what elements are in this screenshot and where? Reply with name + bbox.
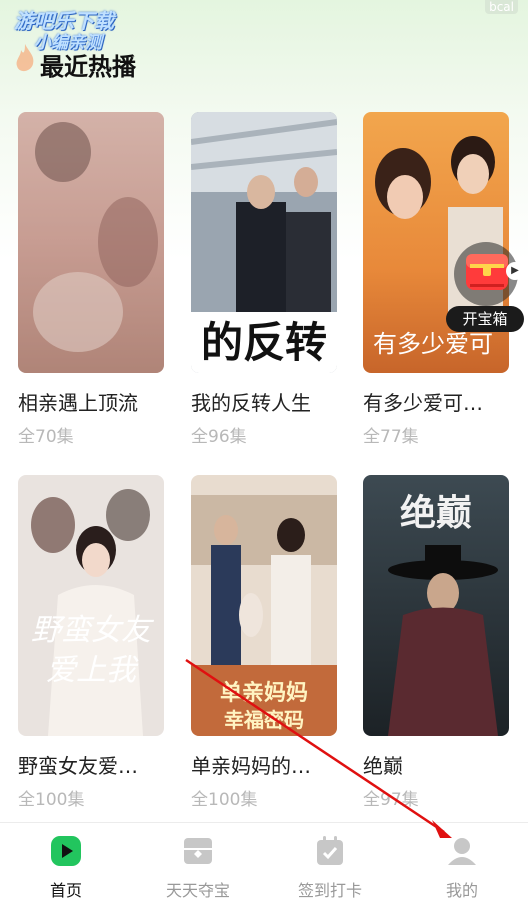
nav-item-home[interactable]: 首页 — [0, 823, 132, 902]
drama-poster[interactable] — [18, 112, 164, 373]
user-icon — [448, 838, 476, 865]
drama-card[interactable]: 相亲遇上顶流 全70集 — [18, 112, 164, 447]
svg-text:的反转: 的反转 — [201, 318, 327, 367]
calendar-check-icon — [317, 836, 343, 865]
drama-card[interactable]: 单亲妈妈 幸福密码 单亲妈妈的… 全100集 — [191, 475, 337, 810]
nav-item-treasure-hunt[interactable]: 天天夺宝 — [132, 823, 264, 902]
bottom-nav: 首页 天天夺宝 签到打卡 我的 — [0, 822, 528, 902]
nav-item-mine[interactable]: 我的 — [396, 823, 528, 902]
drama-title[interactable]: 我的反转人生 — [191, 387, 337, 416]
svg-text:有多少爱可: 有多少爱可 — [373, 330, 493, 358]
drama-title[interactable]: 相亲遇上顶流 — [18, 387, 164, 416]
drama-title[interactable]: 野蛮女友爱… — [18, 750, 164, 779]
treasure-label: 开宝箱 — [446, 306, 524, 332]
ticket-icon — [184, 838, 212, 864]
watermark-line1: 游吧乐下载 — [14, 9, 114, 33]
drama-title[interactable]: 绝巅 — [363, 750, 509, 779]
nav-label: 签到打卡 — [297, 881, 362, 900]
drama-card[interactable]: 绝巅 绝巅 全97集 — [363, 475, 509, 810]
drama-episodes: 全97集 — [363, 790, 419, 810]
nav-label: 首页 — [49, 881, 82, 900]
section-title: 最近热播 — [40, 53, 136, 81]
flame-icon — [16, 44, 34, 72]
drama-episodes: 全100集 — [191, 790, 258, 810]
nav-label: 天天夺宝 — [165, 881, 230, 900]
svg-text:爱上我: 爱上我 — [46, 653, 139, 688]
nav-label: 我的 — [445, 881, 478, 900]
treasure-box-button[interactable]: ▶ 开宝箱 — [446, 240, 526, 332]
svg-text:单亲妈妈: 单亲妈妈 — [220, 681, 308, 706]
svg-text:野蛮女友: 野蛮女友 — [31, 613, 155, 648]
svg-text:幸福密码: 幸福密码 — [224, 708, 304, 732]
drama-card[interactable]: 的反转 我的反转人生 全96集 — [191, 112, 337, 447]
drama-episodes: 全77集 — [363, 427, 419, 447]
drama-poster[interactable]: 单亲妈妈 幸福密码 — [191, 475, 337, 736]
drama-poster[interactable]: 的反转 — [191, 112, 337, 373]
drama-title[interactable]: 单亲妈妈的… — [191, 750, 337, 779]
drama-episodes: 全100集 — [18, 790, 85, 810]
corner-tag: bcal — [485, 0, 518, 14]
drama-episodes: 全96集 — [191, 427, 247, 447]
drama-poster[interactable]: 野蛮女友 爱上我 — [18, 475, 164, 736]
drama-title[interactable]: 有多少爱可… — [363, 387, 509, 416]
drama-card[interactable]: 野蛮女友 爱上我 野蛮女友爱… 全100集 — [18, 475, 164, 810]
play-icon — [51, 836, 81, 866]
play-icon: ▶ — [506, 262, 524, 280]
svg-text:绝巅: 绝巅 — [400, 492, 472, 534]
nav-item-check-in[interactable]: 签到打卡 — [264, 823, 396, 902]
drama-episodes: 全70集 — [18, 427, 74, 447]
drama-poster[interactable]: 绝巅 — [363, 475, 509, 736]
